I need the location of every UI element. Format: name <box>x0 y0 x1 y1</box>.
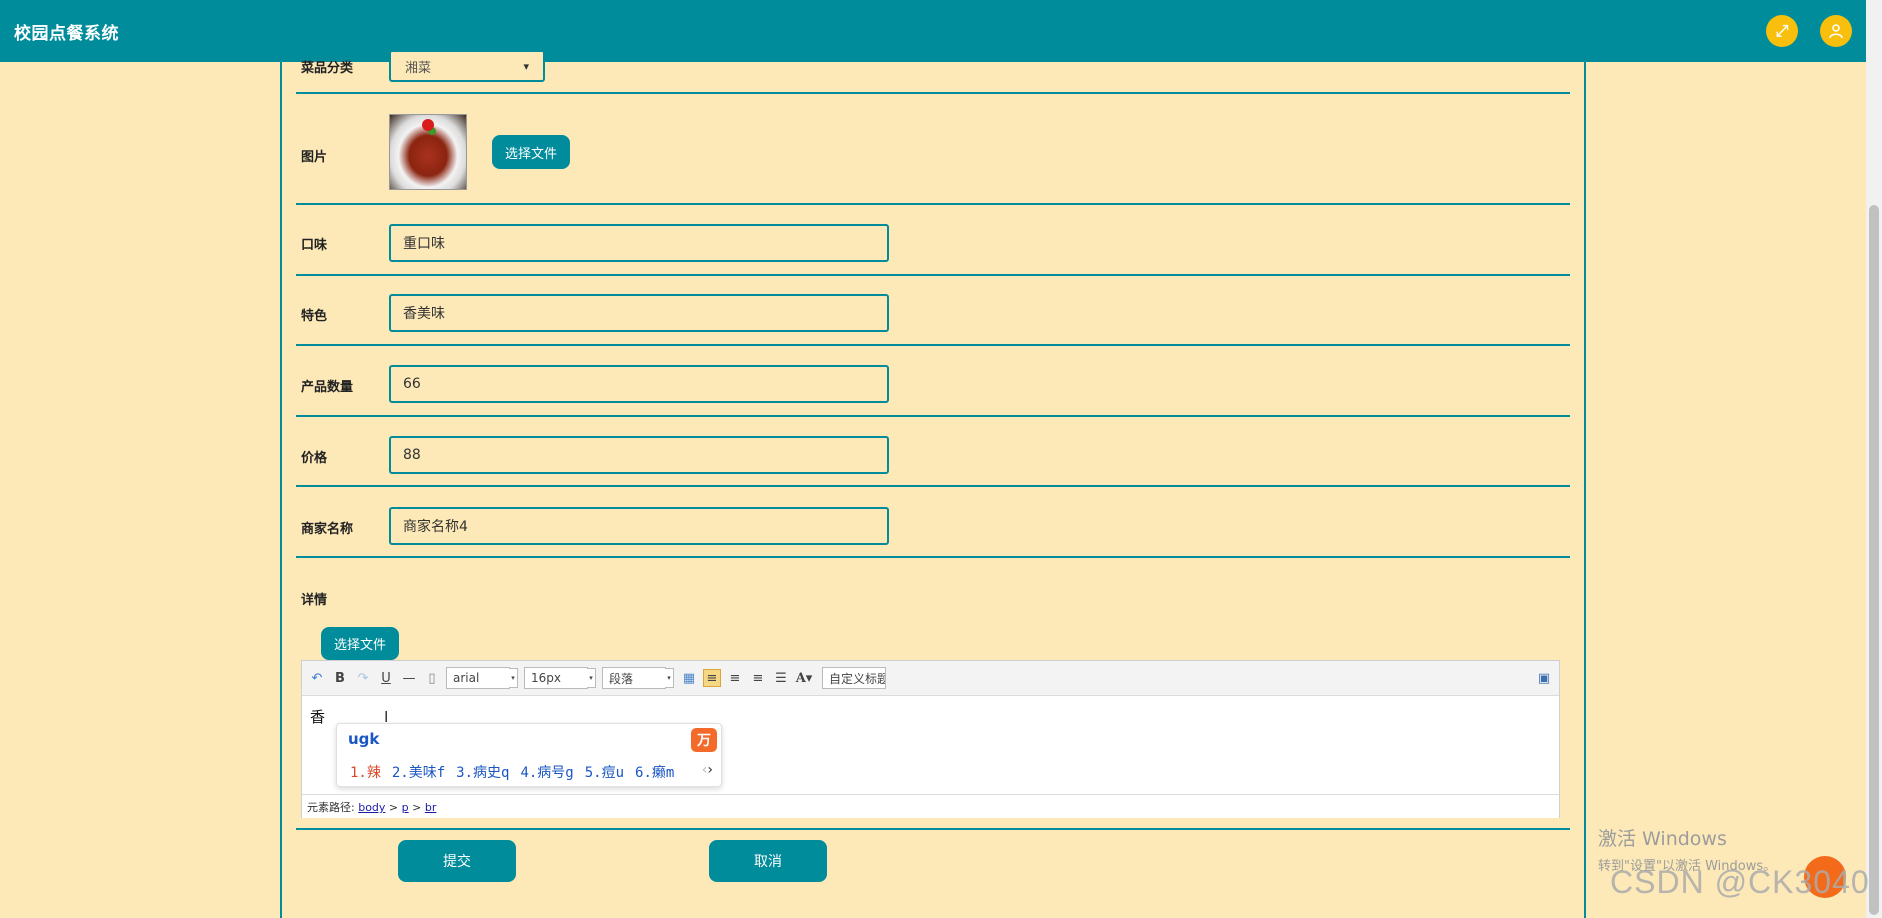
ime-page-nav[interactable]: ‹› <box>702 762 713 778</box>
image-label: 图片 <box>301 150 328 165</box>
quantity-label: 产品数量 <box>301 380 354 395</box>
path-link-p[interactable]: p <box>402 801 409 814</box>
undo-icon[interactable]: ↶ <box>308 669 326 687</box>
align-justify-icon[interactable]: ☰ <box>772 669 790 687</box>
ime-typed-text: ugk <box>348 730 380 748</box>
custom-title-select[interactable]: 自定义标题▾ <box>822 667 886 689</box>
form-row-quantity: 产品数量 66 <box>296 346 1570 417</box>
ime-candidate[interactable]: 4.病号g <box>520 762 573 782</box>
form-row-merchant: 商家名称 商家名称4 <box>296 487 1570 558</box>
detail-upload-button[interactable]: 选择文件 <box>321 627 399 660</box>
quantity-input[interactable]: 66 <box>389 365 889 403</box>
ime-candidate[interactable]: 1.辣 <box>350 762 381 782</box>
price-input[interactable]: 88 <box>389 436 889 474</box>
taste-input[interactable]: 重口味 <box>389 224 889 262</box>
ime-candidate[interactable]: 6.癞m <box>635 762 674 782</box>
user-icon[interactable] <box>1820 15 1852 47</box>
expand-icon[interactable]: ⤢ <box>1766 15 1798 47</box>
dish-thumbnail <box>389 114 467 190</box>
font-family-select[interactable]: arial ▾ <box>446 667 518 689</box>
ime-candidate-popup: ugk 万 1.辣 2.美味f 3.病史q 4.病号g 5.痘u 6.癞m ‹› <box>336 723 722 787</box>
ime-candidates: 1.辣 2.美味f 3.病史q 4.病号g 5.痘u 6.癞m <box>350 762 674 782</box>
align-right-icon[interactable]: ≡ <box>726 669 744 687</box>
bold-icon[interactable]: B <box>331 669 349 687</box>
form-row-category: 菜品分类 湘菜 ▾ <box>296 40 1570 94</box>
form-row-taste: 口味 重口味 <box>296 205 1570 276</box>
table-icon[interactable]: ▦ <box>680 669 698 687</box>
editor-content[interactable]: 香 I ugk 万 1.辣 2.美味f 3.病史q 4.病号g 5.痘u 6.癞… <box>302 696 1559 794</box>
page-scrollbar[interactable] <box>1866 0 1882 918</box>
detail-label: 详情 <box>301 593 328 608</box>
align-center-icon[interactable]: ≡ <box>749 669 767 687</box>
merchant-label: 商家名称 <box>301 522 354 537</box>
element-path-bar: 元素路径: body > p > br <box>302 794 1559 818</box>
submit-button[interactable]: 提交 <box>398 840 516 882</box>
ime-candidate[interactable]: 2.美味f <box>392 762 445 782</box>
chevron-right-icon: › <box>707 762 713 778</box>
path-link-br[interactable]: br <box>425 801 437 814</box>
fullscreen-editor-icon[interactable]: ▣ <box>1535 669 1553 687</box>
redo-icon[interactable]: ↷ <box>354 669 372 687</box>
ime-logo-icon: 万 <box>691 728 717 752</box>
paragraph-select[interactable]: 段落 ▾ <box>602 667 674 689</box>
align-left-icon[interactable]: ≡ <box>703 669 721 687</box>
rich-text-editor: ↶ B ↷ U — ▯ arial ▾ 16px ▾ 段落 ▾ ▦ ≡ ≡ ≡ ☰ A… <box>301 660 1560 818</box>
form-row-image: 图片 选择文件 <box>296 94 1570 205</box>
chevron-down-icon: ▾ <box>523 59 529 73</box>
ime-candidate[interactable]: 3.病史q <box>456 762 509 782</box>
merchant-input[interactable]: 商家名称4 <box>389 507 889 545</box>
app-title: 校园点餐系统 <box>14 23 119 44</box>
ime-candidate[interactable]: 5.痘u <box>585 762 624 782</box>
cancel-button[interactable]: 取消 <box>709 840 827 882</box>
image-upload-button[interactable]: 选择文件 <box>492 135 570 169</box>
category-select[interactable]: 湘菜 ▾ <box>389 50 545 82</box>
path-link-body[interactable]: body <box>358 801 385 814</box>
form-row-price: 价格 88 <box>296 417 1570 487</box>
category-label: 菜品分类 <box>301 61 354 76</box>
taste-label: 口味 <box>301 238 328 253</box>
csdn-watermark: CSDN @CK3040 <box>1610 864 1870 900</box>
font-size-select[interactable]: 16px ▾ <box>524 667 596 689</box>
price-label: 价格 <box>301 451 328 466</box>
feature-input[interactable]: 香美味 <box>389 294 889 332</box>
editor-text: 香 <box>310 708 326 726</box>
underline-icon[interactable]: U <box>377 669 395 687</box>
font-color-icon[interactable]: A▾ <box>795 669 813 687</box>
horizontal-rule-icon[interactable]: — <box>400 669 418 687</box>
feature-label: 特色 <box>301 309 328 324</box>
document-icon[interactable]: ▯ <box>423 669 441 687</box>
form-row-feature: 特色 香美味 <box>296 276 1570 346</box>
scrollbar-thumb[interactable] <box>1869 205 1879 915</box>
editor-toolbar: ↶ B ↷ U — ▯ arial ▾ 16px ▾ 段落 ▾ ▦ ≡ ≡ ≡ ☰ A… <box>302 661 1559 696</box>
